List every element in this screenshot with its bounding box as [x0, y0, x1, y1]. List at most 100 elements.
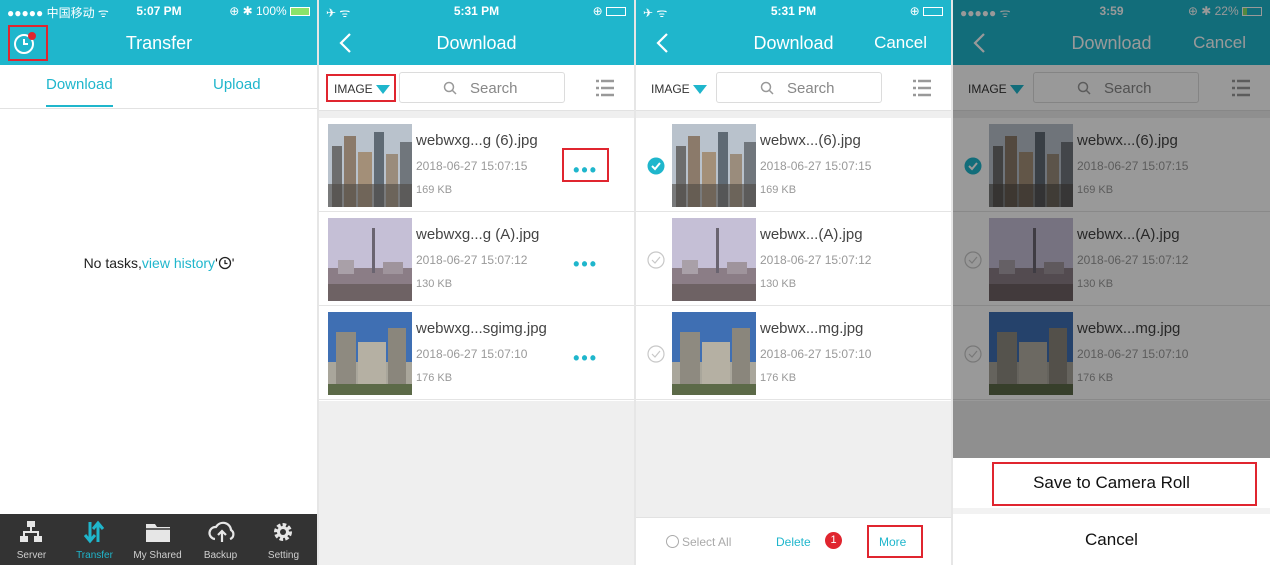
thumbnail-city-tower: [328, 218, 412, 301]
nav-header: ✈ ᯤ 5:31 PM ⊕ Download Cancel: [636, 0, 951, 65]
search-placeholder: Search: [470, 80, 518, 97]
type-filter-dropdown[interactable]: IMAGE: [651, 82, 707, 96]
list-background: [319, 401, 634, 565]
highlight-box-more-button: [867, 525, 923, 558]
list-view-icon[interactable]: [913, 79, 931, 97]
nav-header: ●●●●● 中国移动 ᯤ 5:07 PM ⊕ ✱ 100% Transfer: [0, 0, 318, 65]
nav-header: ✈ ᯤ 5:31 PM ⊕ Download: [319, 0, 634, 65]
file-date: 2018-06-27 15:07:12: [416, 253, 528, 267]
gear-icon: [274, 523, 292, 541]
unchecked-circle-icon[interactable]: [647, 345, 665, 363]
highlight-box-more: [562, 148, 609, 182]
filter-bar: IMAGE Search: [319, 65, 634, 111]
tabbar-label: Backup: [203, 550, 238, 561]
thumbnail-skyline: [328, 124, 412, 207]
list-item[interactable]: webwxg...g (6).jpg 2018-06-27 15:07:15 1…: [319, 118, 634, 212]
cancel-button[interactable]: Cancel: [874, 33, 927, 53]
cloud-upload-icon: [208, 521, 235, 542]
tab-download[interactable]: Download: [46, 76, 113, 93]
file-name: webwx...mg.jpg: [760, 320, 864, 337]
battery-indicator: ⊕: [593, 4, 626, 18]
view-history-link[interactable]: view history: [142, 255, 215, 271]
battery-indicator: ⊕ ✱ 100%: [229, 4, 310, 18]
action-sheet: Save to Camera Roll Cancel: [953, 458, 1270, 565]
selection-toolbar: Select All Delete 1 More: [636, 517, 951, 565]
tabbar-my-shared[interactable]: My Shared: [126, 514, 189, 565]
empty-state: No tasks,view history' ': [0, 255, 318, 271]
file-size: 169 KB: [416, 184, 453, 196]
transfer-screen: ●●●●● 中国移动 ᯤ 5:07 PM ⊕ ✱ 100% Transfer D…: [0, 0, 318, 565]
highlight-box-save: [992, 462, 1257, 506]
page-title: Transfer: [125, 33, 193, 53]
file-size: 130 KB: [416, 278, 453, 290]
tabbar-label: Transfer: [76, 550, 113, 561]
thumbnail-city-tower: [672, 218, 756, 301]
file-size: 169 KB: [760, 184, 797, 196]
file-name: webwxg...sgimg.jpg: [416, 320, 547, 337]
status-time: 5:31 PM: [770, 4, 817, 18]
bottom-tab-bar: Server Transfer My Shared Backup Setting: [0, 514, 318, 565]
page-title: Download: [436, 33, 517, 53]
tabbar-label: Setting: [267, 550, 300, 561]
delete-button[interactable]: Delete: [776, 535, 811, 549]
file-date: 2018-06-27 15:07:12: [760, 253, 872, 267]
list-item[interactable]: webwx...(6).jpg 2018-06-27 15:07:15 169 …: [636, 118, 951, 212]
selected-count-badge: 1: [825, 532, 842, 549]
transfer-icon: [83, 520, 105, 544]
file-size: 130 KB: [760, 278, 797, 290]
tabbar-label: Server: [16, 550, 47, 561]
empty-text: No tasks,: [83, 255, 142, 271]
radio-circle-icon: [666, 535, 679, 548]
list-item[interactable]: webwxg...sgimg.jpg 2018-06-27 15:07:10 1…: [319, 306, 634, 400]
select-all-label: Select All: [682, 535, 732, 549]
tabbar-label: My Shared: [133, 550, 182, 561]
list-view-icon[interactable]: [596, 79, 614, 97]
highlight-box-filter: [326, 74, 396, 102]
battery-indicator: ⊕: [910, 4, 943, 18]
dim-overlay[interactable]: [953, 0, 1270, 458]
tabbar-transfer[interactable]: Transfer: [63, 514, 126, 565]
file-name: webwx...(6).jpg: [760, 132, 861, 149]
file-date: 2018-06-27 15:07:15: [760, 159, 872, 173]
tabbar-setting[interactable]: Setting: [252, 514, 315, 565]
thumbnail-skyline: [672, 124, 756, 207]
status-bar: ●●●●● 中国移动 ᯤ 5:07 PM ⊕ ✱ 100%: [0, 4, 318, 20]
file-date: 2018-06-27 15:07:10: [416, 347, 528, 361]
screenshot-collage: ●●●●● 中国移动 ᯤ 5:07 PM ⊕ ✱ 100% Transfer D…: [0, 0, 1272, 565]
sheet-cancel-button[interactable]: Cancel: [953, 514, 1270, 565]
file-name: webwxg...g (A).jpg: [416, 226, 540, 243]
download-list-screen: ✈ ᯤ 5:31 PM ⊕ Download IMAGE Search webw…: [319, 0, 634, 565]
list-item[interactable]: webwx...mg.jpg 2018-06-27 15:07:10 176 K…: [636, 306, 951, 400]
file-name: webwxg...g (6).jpg: [416, 132, 538, 149]
file-list: webwx...(6).jpg 2018-06-27 15:07:15 169 …: [636, 118, 951, 400]
list-item[interactable]: webwxg...g (A).jpg 2018-06-27 15:07:12 1…: [319, 212, 634, 306]
server-icon: [20, 521, 42, 542]
search-input[interactable]: Search: [716, 72, 882, 103]
thumbnail-castle: [328, 312, 412, 395]
transfer-tabs: Download Upload: [0, 65, 318, 109]
checked-circle-icon[interactable]: [647, 157, 665, 175]
file-name: webwx...(A).jpg: [760, 226, 863, 243]
thumbnail-castle: [672, 312, 756, 395]
search-icon: [443, 81, 457, 95]
sheet-cancel-label: Cancel: [1085, 530, 1138, 549]
tab-upload[interactable]: Upload: [213, 76, 261, 93]
unchecked-circle-icon[interactable]: [647, 251, 665, 269]
status-bar: ✈ ᯤ 5:31 PM ⊕: [319, 4, 634, 20]
select-all-button[interactable]: Select All: [666, 535, 731, 549]
list-item[interactable]: webwx...(A).jpg 2018-06-27 15:07:12 130 …: [636, 212, 951, 306]
dropdown-triangle-icon: [692, 85, 707, 95]
status-time: 5:31 PM: [453, 4, 500, 18]
file-date: 2018-06-27 15:07:15: [416, 159, 528, 173]
tabbar-backup[interactable]: Backup: [189, 514, 252, 565]
search-input[interactable]: Search: [399, 72, 565, 103]
more-options-icon[interactable]: •••: [573, 254, 598, 275]
section-gap: [636, 111, 951, 118]
action-sheet-screen: ●●●●● ᯤ 3:59 ⊕ ✱ 22% Download Cancel IMA…: [953, 0, 1270, 565]
list-background: [636, 401, 951, 517]
history-small-icon: ' ': [215, 255, 235, 271]
tab-active-indicator: [46, 105, 113, 107]
tabbar-server[interactable]: Server: [0, 514, 63, 565]
more-options-icon[interactable]: •••: [573, 348, 598, 369]
type-filter-label: IMAGE: [651, 82, 690, 96]
